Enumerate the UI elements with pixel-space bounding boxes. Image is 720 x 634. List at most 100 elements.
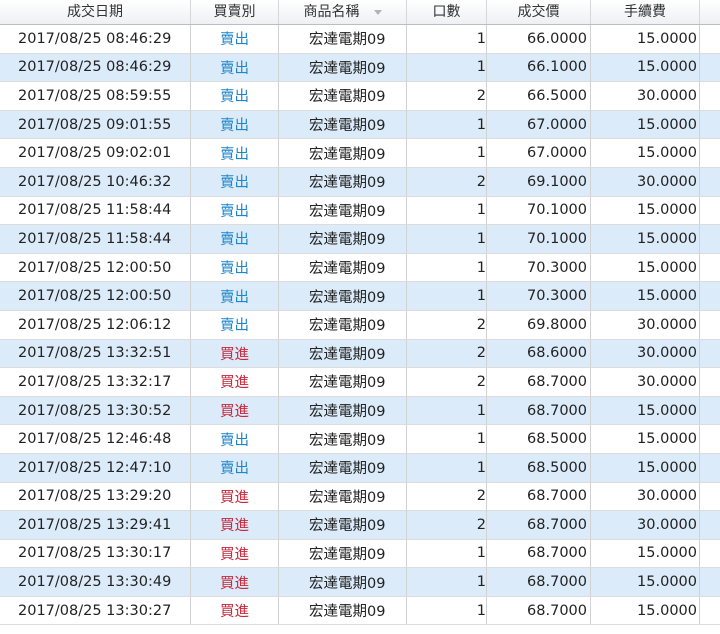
row-filler	[700, 454, 720, 482]
table-row[interactable]: 2017/08/25 12:00:50 賣出 宏達電期09 1 70.3000 15.00…	[0, 282, 720, 311]
trade-date-cell: 2017/08/25 13:30:27	[0, 596, 191, 625]
fee-cell: 30.0000	[591, 310, 700, 339]
row-filler	[700, 111, 720, 139]
qty-cell: 2	[407, 482, 487, 511]
table-row[interactable]: 2017/08/25 12:46:48 賣出 宏達電期09 1 68.5000 15.00…	[0, 425, 720, 454]
table-row[interactable]: 2017/08/25 11:58:44 賣出 宏達電期09 1 70.1000 15.00…	[0, 225, 720, 254]
product-cell: 宏達電期09	[279, 453, 407, 482]
fee-cell: 15.0000	[591, 225, 700, 253]
table-row[interactable]: 2017/08/25 11:58:44 賣出 宏達電期09 1 70.1000 15.00…	[0, 196, 720, 226]
fee-cell: 30.0000	[591, 339, 700, 368]
side-cell: 賣出	[191, 110, 279, 139]
side-cell: 買進	[191, 511, 279, 539]
trade-date-cell: 2017/08/25 08:59:55	[0, 82, 191, 110]
product-cell: 宏達電期09	[279, 310, 407, 339]
price-cell: 68.6000	[487, 339, 591, 368]
table-row[interactable]: 2017/08/25 13:29:20 買進 宏達電期09 2 68.7000 30.00…	[0, 482, 720, 512]
fee-cell: 15.0000	[591, 568, 700, 596]
trade-date-cell: 2017/08/25 12:47:10	[0, 453, 191, 482]
price-cell: 66.5000	[487, 82, 591, 110]
row-filler	[700, 54, 720, 82]
price-cell: 68.5000	[487, 425, 591, 453]
trade-date-cell: 2017/08/25 11:58:44	[0, 196, 191, 225]
column-header-product[interactable]: 商品名稱	[279, 0, 407, 24]
price-cell: 68.7000	[487, 596, 591, 625]
product-cell: 宏達電期09	[279, 167, 407, 196]
row-filler	[700, 511, 720, 539]
qty-cell: 1	[407, 396, 487, 425]
table-row[interactable]: 2017/08/25 13:30:27 買進 宏達電期09 1 68.7000 15.00…	[0, 596, 720, 626]
trade-date-cell: 2017/08/25 13:29:41	[0, 511, 191, 539]
column-header-price[interactable]: 成交價	[487, 0, 591, 24]
product-cell: 宏達電期09	[279, 539, 407, 568]
qty-cell: 2	[407, 511, 487, 539]
column-header-trade-date[interactable]: 成交日期	[0, 0, 191, 24]
qty-cell: 1	[407, 139, 487, 167]
price-cell: 67.0000	[487, 110, 591, 139]
product-cell: 宏達電期09	[279, 282, 407, 310]
table-row[interactable]: 2017/08/25 12:00:50 賣出 宏達電期09 1 70.3000 15.00…	[0, 253, 720, 283]
product-cell: 宏達電期09	[279, 511, 407, 539]
side-cell: 賣出	[191, 253, 279, 282]
table-row[interactable]: 2017/08/25 13:32:17 買進 宏達電期09 2 68.7000 30.00…	[0, 368, 720, 397]
side-cell: 賣出	[191, 225, 279, 253]
qty-cell: 1	[407, 539, 487, 568]
trade-date-cell: 2017/08/25 10:46:32	[0, 167, 191, 196]
qty-cell: 1	[407, 253, 487, 282]
column-header-filler	[700, 0, 720, 24]
price-cell: 70.1000	[487, 196, 591, 225]
table-row[interactable]: 2017/08/25 09:01:55 賣出 宏達電期09 1 67.0000 15.00…	[0, 110, 720, 140]
side-cell: 賣出	[191, 167, 279, 196]
qty-cell: 1	[407, 453, 487, 482]
table-row[interactable]: 2017/08/25 08:46:29 賣出 宏達電期09 1 66.1000 15.00…	[0, 53, 720, 83]
side-cell: 買進	[191, 539, 279, 568]
trade-date-cell: 2017/08/25 13:30:17	[0, 539, 191, 568]
fee-cell: 30.0000	[591, 167, 700, 196]
table-row[interactable]: 2017/08/25 13:30:52 買進 宏達電期09 1 68.7000 15.00…	[0, 396, 720, 426]
product-cell: 宏達電期09	[279, 568, 407, 596]
column-header-qty[interactable]: 口數	[407, 0, 487, 24]
side-cell: 賣出	[191, 82, 279, 110]
row-filler	[700, 540, 720, 568]
column-header-side[interactable]: 買賣別	[191, 0, 279, 24]
side-cell: 賣出	[191, 453, 279, 482]
table-row[interactable]: 2017/08/25 13:30:17 買進 宏達電期09 1 68.7000 15.00…	[0, 539, 720, 569]
row-filler	[700, 139, 720, 167]
product-cell: 宏達電期09	[279, 110, 407, 139]
fee-cell: 30.0000	[591, 511, 700, 539]
table-row[interactable]: 2017/08/25 13:29:41 買進 宏達電期09 2 68.7000 30.00…	[0, 511, 720, 540]
row-filler	[700, 597, 720, 625]
side-cell: 買進	[191, 368, 279, 396]
qty-cell: 1	[407, 110, 487, 139]
fee-cell: 15.0000	[591, 196, 700, 225]
table-row[interactable]: 2017/08/25 08:59:55 賣出 宏達電期09 2 66.5000 30.00…	[0, 82, 720, 111]
price-cell: 70.3000	[487, 253, 591, 282]
column-header-fee[interactable]: 手續費	[591, 0, 700, 24]
row-filler	[700, 425, 720, 453]
row-filler	[700, 225, 720, 253]
product-cell: 宏達電期09	[279, 82, 407, 110]
trade-date-cell: 2017/08/25 08:46:29	[0, 25, 191, 53]
table-row[interactable]: 2017/08/25 12:47:10 賣出 宏達電期09 1 68.5000 15.00…	[0, 453, 720, 483]
table-row[interactable]: 2017/08/25 10:46:32 賣出 宏達電期09 2 69.1000 30.00…	[0, 167, 720, 197]
trade-records-grid: 成交日期 買賣別 商品名稱 口數 成交價 手續費 2017/08/25 08:4…	[0, 0, 720, 634]
row-filler	[700, 311, 720, 339]
product-cell: 宏達電期09	[279, 596, 407, 625]
table-row[interactable]: 2017/08/25 09:02:01 賣出 宏達電期09 1 67.0000 15.00…	[0, 139, 720, 168]
table-row[interactable]: 2017/08/25 13:30:49 買進 宏達電期09 1 68.7000 15.00…	[0, 568, 720, 597]
product-cell: 宏達電期09	[279, 196, 407, 225]
fee-cell: 30.0000	[591, 82, 700, 110]
sort-down-icon[interactable]	[373, 9, 382, 15]
qty-cell: 1	[407, 596, 487, 625]
table-row[interactable]: 2017/08/25 08:46:29 賣出 宏達電期09 1 66.0000 15.00…	[0, 25, 720, 54]
row-filler	[700, 483, 720, 511]
price-cell: 68.7000	[487, 568, 591, 596]
qty-cell: 1	[407, 568, 487, 596]
qty-cell: 2	[407, 368, 487, 396]
trade-date-cell: 2017/08/25 13:30:49	[0, 568, 191, 596]
table-row[interactable]: 2017/08/25 13:32:51 買進 宏達電期09 2 68.6000 30.00…	[0, 339, 720, 369]
table-row[interactable]: 2017/08/25 12:06:12 賣出 宏達電期09 2 69.8000 30.00…	[0, 310, 720, 340]
qty-cell: 2	[407, 167, 487, 196]
fee-cell: 15.0000	[591, 596, 700, 625]
price-cell: 68.7000	[487, 539, 591, 568]
